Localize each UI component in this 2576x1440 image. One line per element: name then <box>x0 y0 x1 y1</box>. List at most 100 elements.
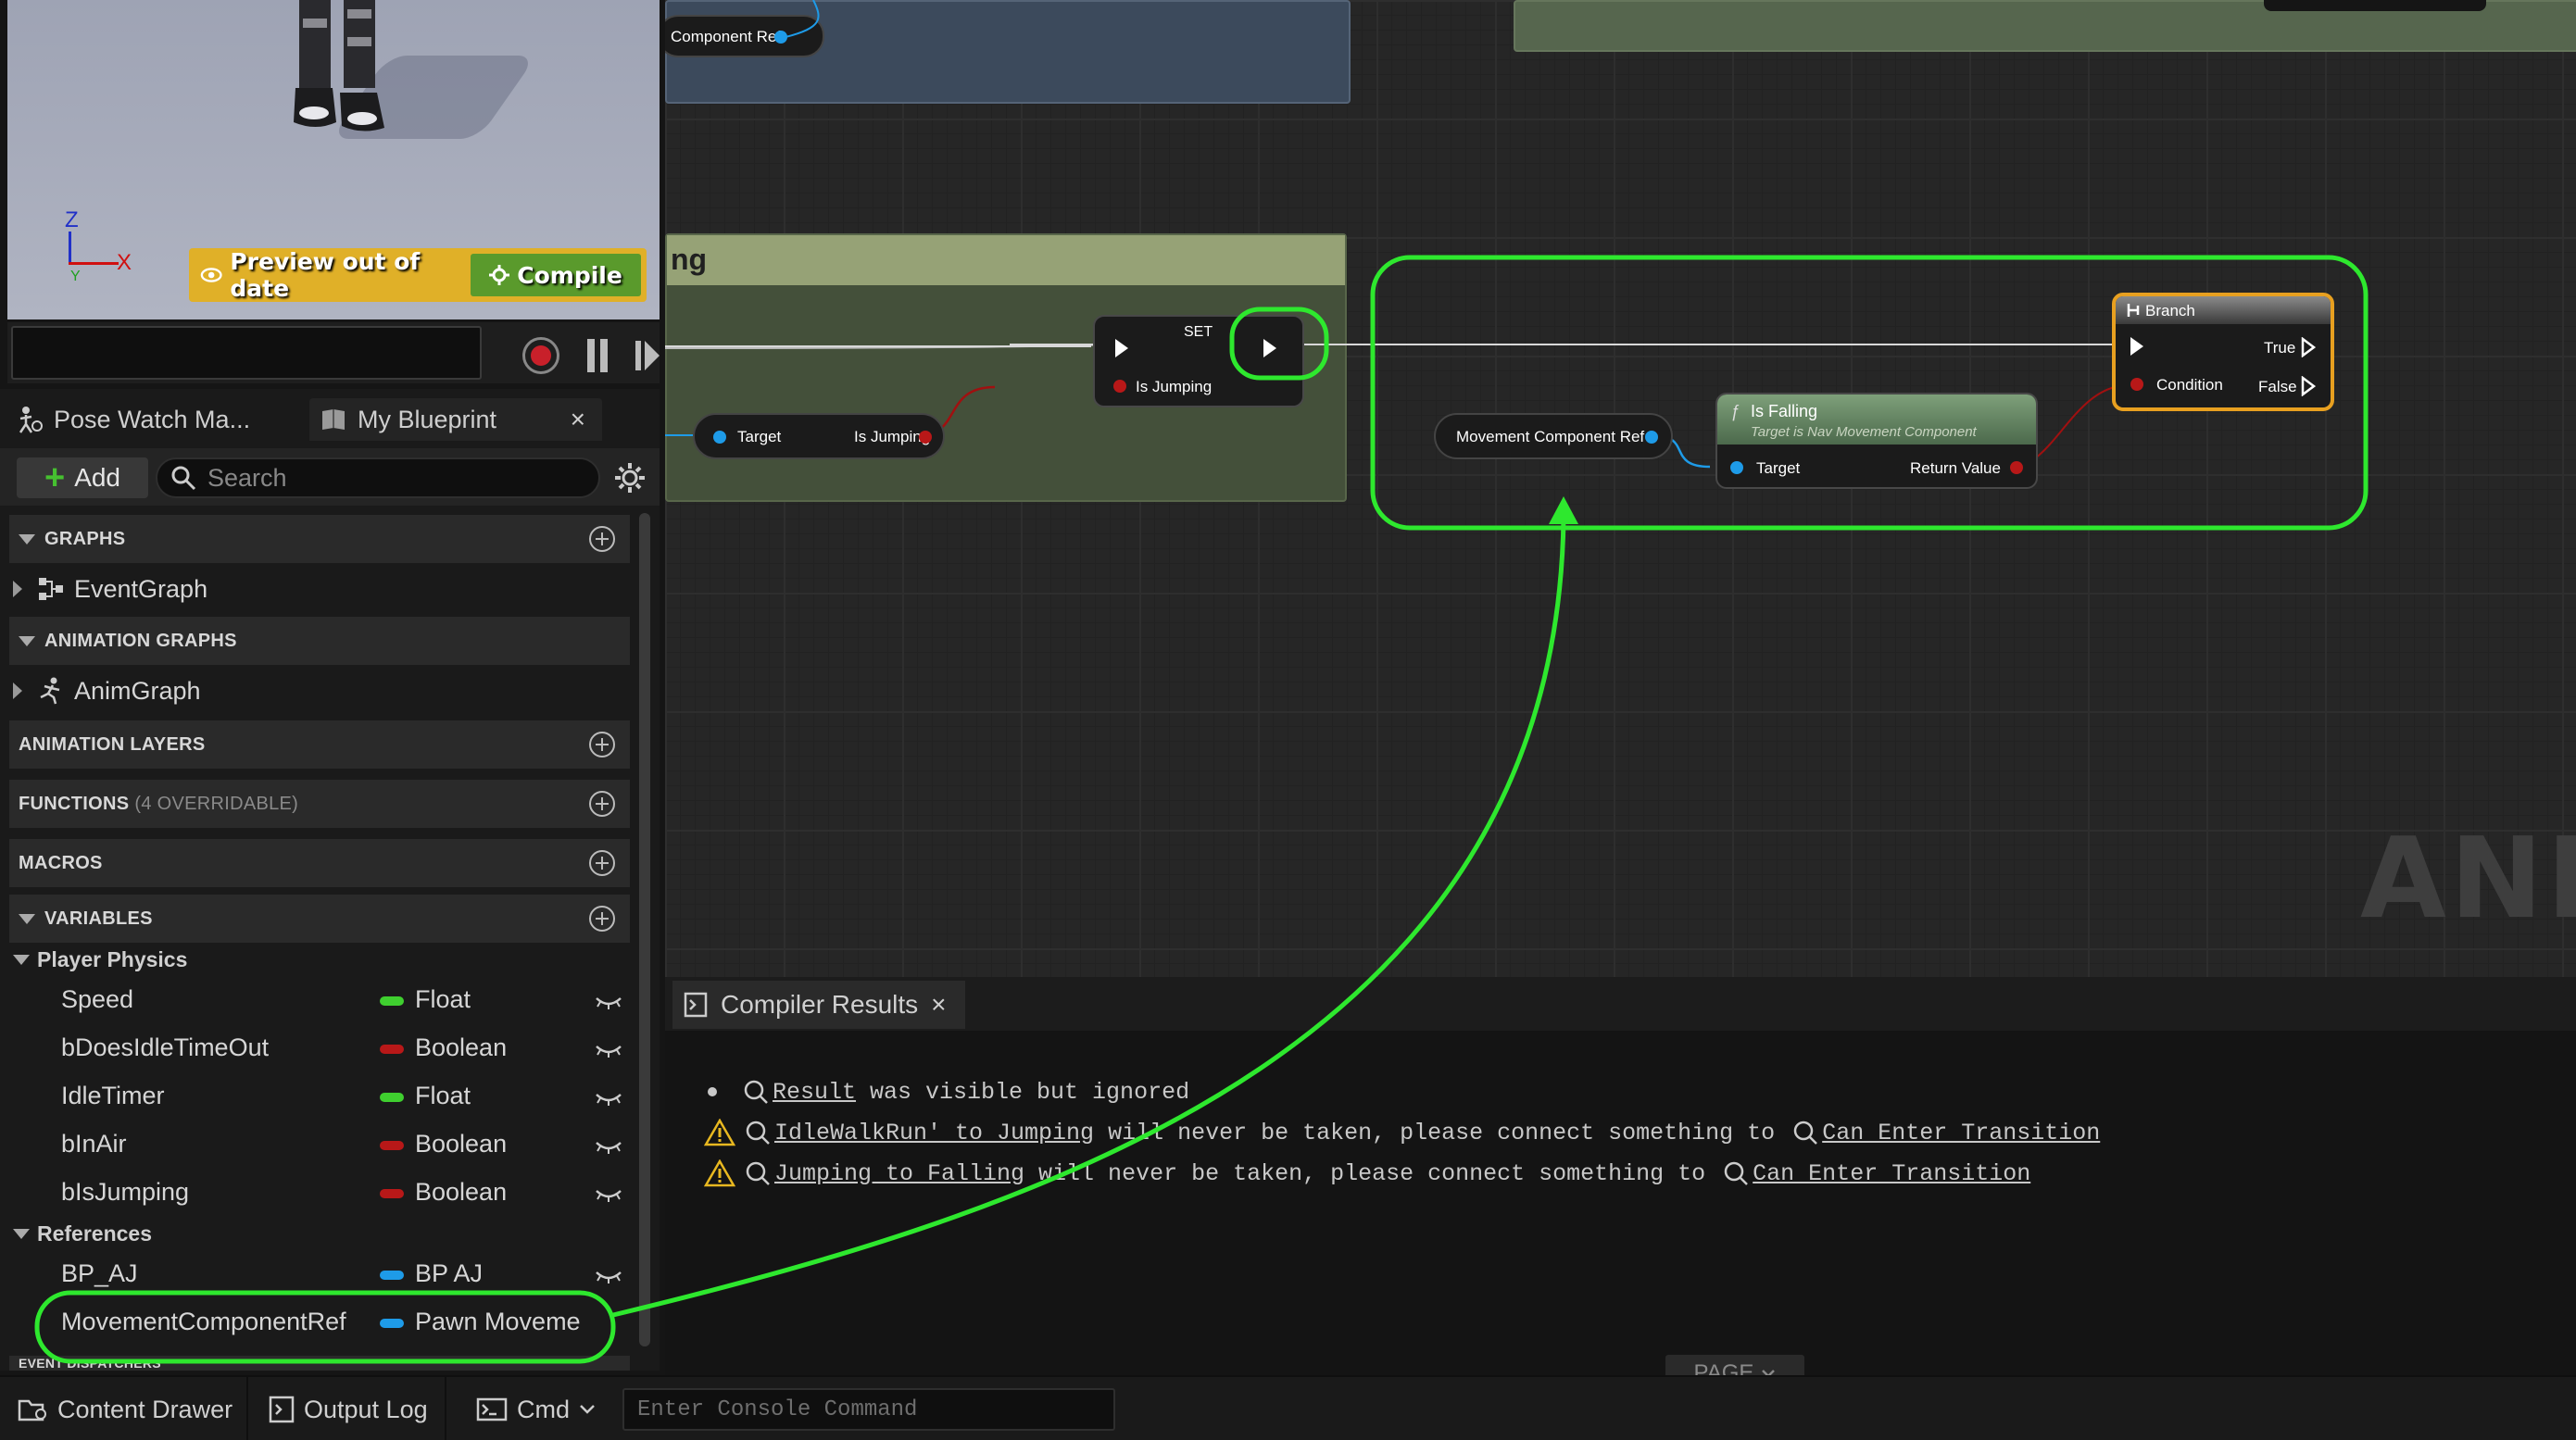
object-pin-icon[interactable] <box>1645 431 1658 444</box>
section-macros[interactable]: MACROS <box>9 839 630 887</box>
tab-my-blueprint[interactable]: My Blueprint × <box>309 398 602 441</box>
variable-type[interactable]: Pawn Moveme <box>415 1308 581 1336</box>
preview-viewport[interactable]: Z X Y Preview out of date Compile <box>7 0 660 319</box>
variable-row[interactable]: Speed Float <box>28 978 630 1022</box>
variable-type[interactable]: Boolean <box>415 1033 507 1062</box>
record-icon[interactable] <box>522 337 559 374</box>
debug-filter-input[interactable] <box>11 326 482 380</box>
get-is-jumping-node[interactable]: Target Is Jumping <box>693 413 945 459</box>
bullet-icon <box>708 1087 717 1096</box>
message-link[interactable]: IdleWalkRun' to Jumping <box>774 1120 1094 1146</box>
variable-type[interactable]: Float <box>415 985 471 1014</box>
cmd-dropdown[interactable]: Cmd <box>459 1377 617 1440</box>
section-event-dispatchers[interactable]: EVENT DISPATCHERS <box>9 1356 630 1371</box>
category-references[interactable]: References <box>13 1217 152 1250</box>
anim-watermark: ANIM <box>2360 815 2576 944</box>
exec-out-pin-icon[interactable] <box>1263 339 1276 357</box>
compiler-results-panel: Compiler Results × Result was visible bu… <box>665 977 2576 1392</box>
eye-closed-icon[interactable] <box>595 1139 622 1154</box>
tab-compiler-results[interactable]: Compiler Results × <box>672 981 965 1029</box>
search-icon[interactable] <box>1792 1120 1818 1146</box>
branch-true-label: True <box>2264 339 2296 357</box>
add-graph-icon[interactable] <box>589 526 615 552</box>
exec-out-pin-icon[interactable] <box>2301 337 2316 357</box>
is-falling-node[interactable]: ƒ Is Falling Target is Nav Movement Comp… <box>1715 393 2038 489</box>
compiler-message: IdleWalkRun' to Jumping will never be ta… <box>704 1114 2100 1151</box>
log-icon <box>684 992 708 1018</box>
graph-icon <box>39 578 63 600</box>
bool-pin-icon[interactable] <box>919 431 932 444</box>
search-icon[interactable] <box>745 1120 771 1146</box>
eye-closed-icon[interactable] <box>595 1269 622 1283</box>
eye-closed-icon[interactable] <box>595 1187 622 1202</box>
output-log-button[interactable]: Output Log <box>252 1377 446 1440</box>
tree-item-animgraph[interactable]: AnimGraph <box>13 670 201 711</box>
event-graph-canvas[interactable]: Component Ref ng Target Is Jumping SET I… <box>665 0 2576 977</box>
search-box[interactable] <box>156 457 600 498</box>
set-is-jumping-node[interactable]: SET Is Jumping <box>1093 315 1304 407</box>
variable-name: bIsJumping <box>61 1178 190 1206</box>
bool-pin-icon[interactable] <box>2130 378 2143 391</box>
variable-row[interactable]: BP_AJ BP AJ <box>28 1252 630 1296</box>
variable-type[interactable]: BP AJ <box>415 1259 483 1288</box>
variable-row-movement-component-ref[interactable]: MovementComponentRef Pawn Moveme <box>28 1300 630 1345</box>
step-icon[interactable] <box>634 339 661 372</box>
add-button[interactable]: + Add <box>17 457 148 498</box>
pin-target-label: Target <box>1756 459 1801 477</box>
variable-type[interactable]: Boolean <box>415 1178 507 1207</box>
add-layer-icon[interactable] <box>589 732 615 758</box>
movement-component-ref-node[interactable]: Movement Component Ref <box>1434 413 1673 459</box>
settings-icon[interactable] <box>613 461 647 495</box>
variable-type[interactable]: Float <box>415 1082 471 1110</box>
exec-out-pin-icon[interactable] <box>2301 376 2316 396</box>
variable-type[interactable]: Boolean <box>415 1130 507 1158</box>
pause-icon[interactable] <box>585 339 609 372</box>
tab-pose-watch[interactable]: Pose Watch Ma... <box>7 398 300 441</box>
collapse-icon <box>19 635 35 646</box>
collapse-icon <box>13 1228 30 1239</box>
variable-row[interactable]: bIsJumping Boolean <box>28 1171 630 1215</box>
search-icon[interactable] <box>743 1079 769 1105</box>
variable-row[interactable]: IdleTimer Float <box>28 1074 630 1119</box>
section-graphs[interactable]: GRAPHS <box>9 515 630 563</box>
section-variables[interactable]: VARIABLES <box>9 895 630 943</box>
type-pill-icon <box>380 1189 404 1198</box>
eye-closed-icon[interactable] <box>595 1043 622 1058</box>
variable-row[interactable]: bDoesIdleTimeOut Boolean <box>28 1026 630 1071</box>
exec-in-pin-icon[interactable] <box>1115 339 1128 357</box>
tree-item-eventgraph[interactable]: EventGraph <box>13 569 207 609</box>
message-text: was visible but ignored <box>856 1078 1190 1106</box>
branch-node[interactable]: Branch True Condition False <box>2112 293 2334 411</box>
category-player-physics[interactable]: Player Physics <box>13 943 187 976</box>
section-animation-layers[interactable]: ANIMATION LAYERS <box>9 720 630 769</box>
message-link[interactable]: Jumping to Falling <box>774 1160 1024 1187</box>
close-icon[interactable]: × <box>571 405 585 434</box>
bool-pin-icon[interactable] <box>2010 461 2023 474</box>
panel-scrollbar[interactable] <box>639 513 650 1346</box>
content-drawer-label: Content Drawer <box>57 1395 233 1423</box>
add-variable-icon[interactable] <box>589 906 615 932</box>
add-macro-icon[interactable] <box>589 850 615 876</box>
search-icon[interactable] <box>1723 1160 1749 1186</box>
eye-closed-icon[interactable] <box>595 995 622 1009</box>
message-link[interactable]: Result <box>773 1079 856 1106</box>
section-functions[interactable]: FUNCTIONS (4 OVERRIDABLE) <box>9 780 630 828</box>
add-function-icon[interactable] <box>589 791 615 817</box>
object-pin-icon[interactable] <box>1730 461 1743 474</box>
category-refs-label: References <box>37 1221 153 1246</box>
compile-button[interactable]: Compile <box>471 254 641 296</box>
section-animation-graphs[interactable]: ANIMATION GRAPHS <box>9 617 630 665</box>
bool-pin-icon[interactable] <box>1113 380 1126 393</box>
message-link[interactable]: Can Enter Transition <box>1753 1160 2030 1187</box>
close-icon[interactable]: × <box>931 990 946 1020</box>
search-input[interactable] <box>207 463 578 493</box>
exec-in-pin-icon[interactable] <box>2130 337 2143 356</box>
console-command-input[interactable] <box>622 1388 1115 1431</box>
eye-closed-icon[interactable] <box>595 1091 622 1106</box>
object-pin-icon[interactable] <box>713 431 726 444</box>
my-blueprint-panel: Pose Watch Ma... My Blueprint × + Add GR… <box>0 389 660 1371</box>
message-link[interactable]: Can Enter Transition <box>1822 1120 2100 1146</box>
search-icon[interactable] <box>745 1160 771 1186</box>
variable-row[interactable]: bInAir Boolean <box>28 1122 630 1167</box>
content-drawer-button[interactable]: Content Drawer <box>0 1377 248 1440</box>
